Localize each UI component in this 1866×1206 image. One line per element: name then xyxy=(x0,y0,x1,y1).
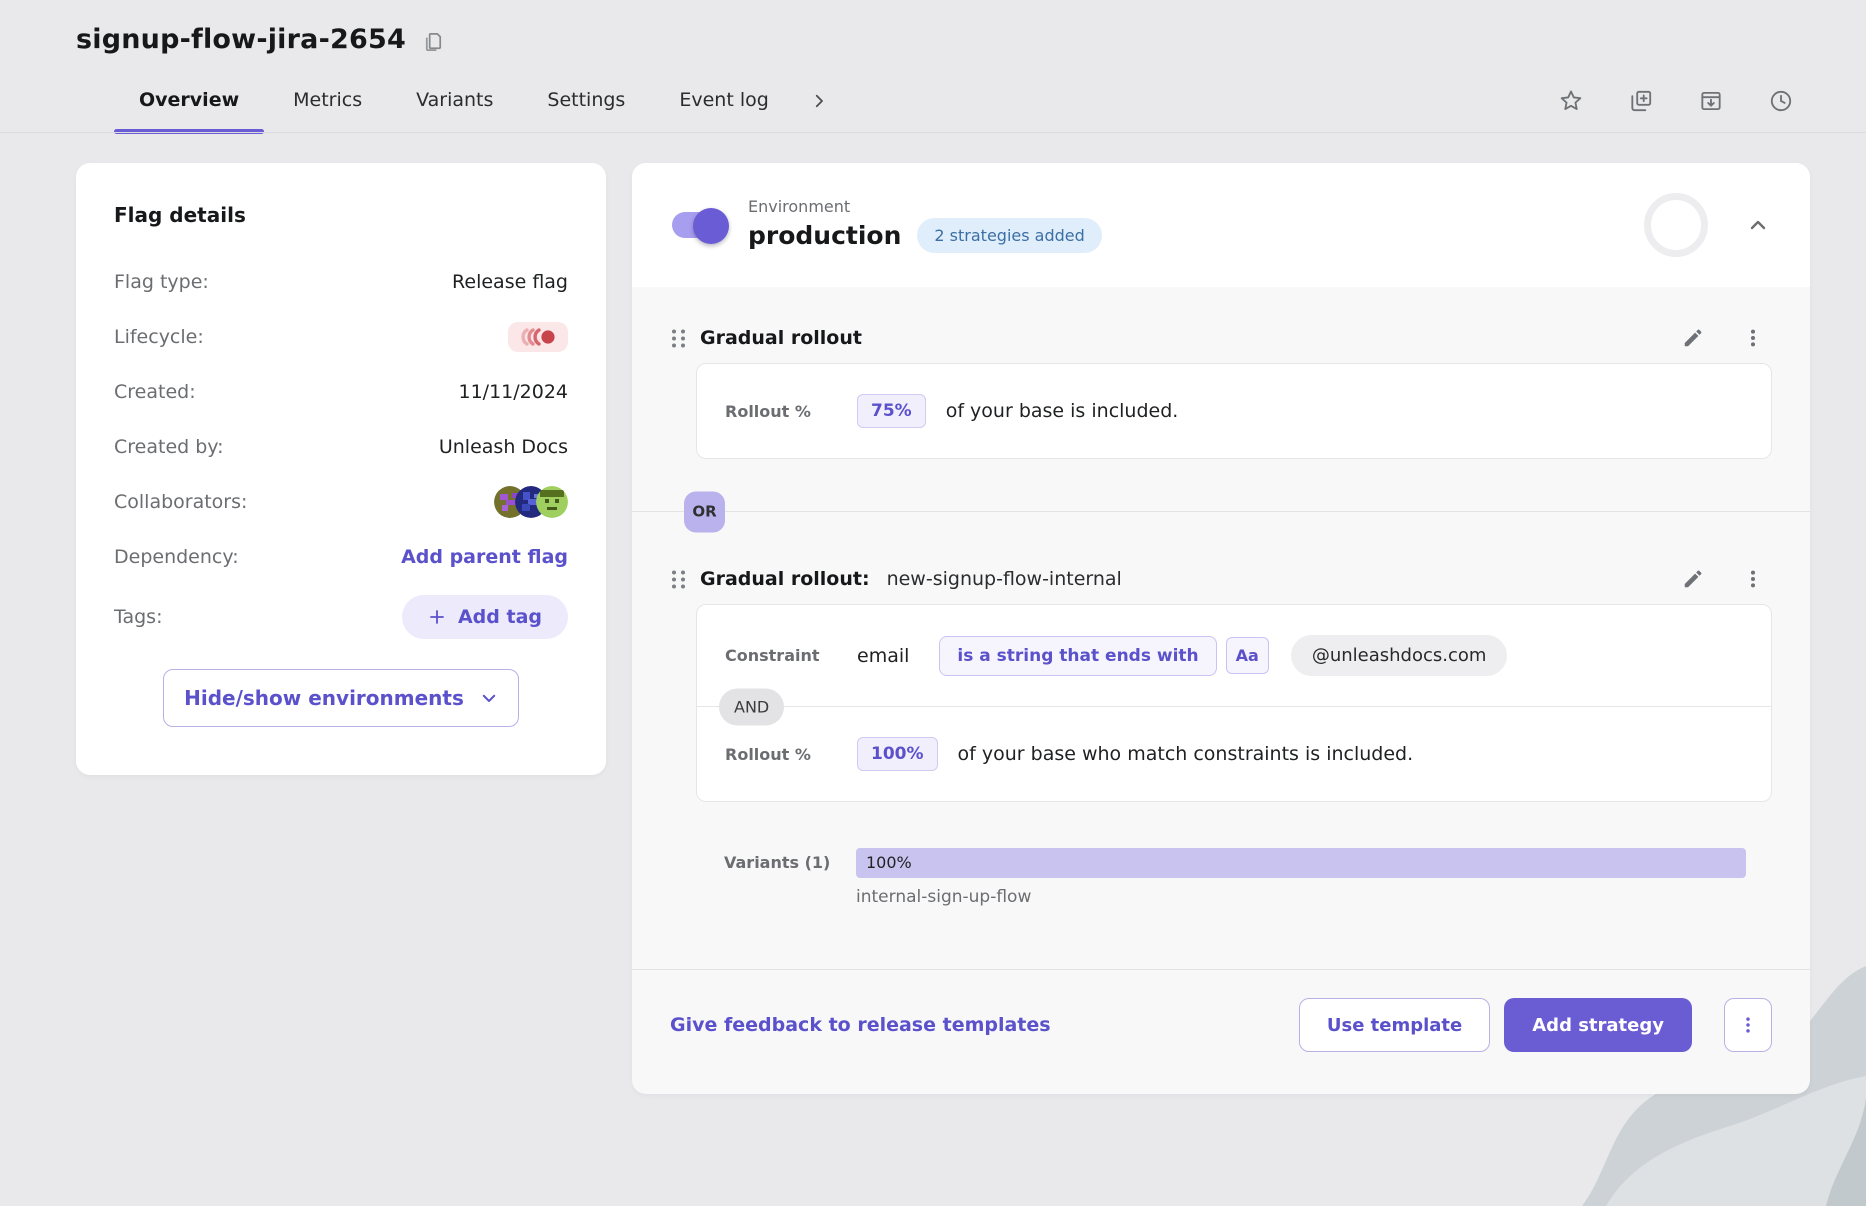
add-parent-flag-link[interactable]: Add parent flag xyxy=(401,546,568,568)
collaborators-label: Collaborators: xyxy=(114,491,247,513)
strategy-2-title: Gradual rollout: xyxy=(700,568,870,590)
tab-overflow-chevron-icon[interactable] xyxy=(796,69,842,133)
drag-handle-icon[interactable] xyxy=(670,569,687,590)
footer-more-kebab-button[interactable] xyxy=(1724,998,1772,1052)
rollout-percentage-badge: 75% xyxy=(857,394,926,428)
strategy-2-content: Constraint email is a string that ends w… xyxy=(696,604,1772,802)
rollout-description: of your base who match constraints is in… xyxy=(958,743,1414,765)
constraint-label: Constraint xyxy=(725,646,857,665)
avatar xyxy=(536,486,568,518)
case-sensitivity-badge[interactable]: Aa xyxy=(1226,637,1269,674)
strategy-2-subtitle: new-signup-flow-internal xyxy=(887,568,1122,590)
dependency-label: Dependency: xyxy=(114,546,239,568)
created-label: Created: xyxy=(114,381,196,403)
edit-strategy-pencil-icon[interactable] xyxy=(1682,568,1704,590)
created-value: 11/11/2024 xyxy=(458,381,568,403)
created-row: Created: 11/11/2024 xyxy=(114,375,568,409)
environment-panel: Environment production 2 strategies adde… xyxy=(632,163,1810,1094)
tab-overview[interactable]: Overview xyxy=(112,69,266,133)
created-by-value: Unleash Docs xyxy=(439,436,568,458)
created-by-row: Created by: Unleash Docs xyxy=(114,430,568,464)
tab-event-log[interactable]: Event log xyxy=(652,69,795,133)
tab-bar: Overview Metrics Variants Settings Event… xyxy=(76,69,1866,133)
tags-label: Tags: xyxy=(114,606,162,628)
strategy-1-title: Gradual rollout xyxy=(700,327,862,349)
collapse-chevron-up-icon[interactable] xyxy=(1746,213,1770,237)
flag-details-title: Flag details xyxy=(114,203,568,227)
rollout-row: Rollout % 75% of your base is included. xyxy=(697,364,1771,458)
rollout-label: Rollout % xyxy=(725,745,857,764)
environment-label: Environment xyxy=(748,197,1102,216)
edit-strategy-pencil-icon[interactable] xyxy=(1682,327,1704,349)
constraint-value-chip: @unleashdocs.com xyxy=(1291,635,1508,676)
and-chip: AND xyxy=(719,689,784,726)
copy-flag-name-icon[interactable] xyxy=(422,30,445,53)
or-chip: OR xyxy=(684,491,725,532)
flag-type-value: Release flag xyxy=(452,271,568,293)
lifecycle-live-badge[interactable] xyxy=(508,322,568,352)
use-template-button[interactable]: Use template xyxy=(1299,998,1490,1052)
page-header: signup-flow-jira-2654 Overview Metrics V… xyxy=(0,0,1866,133)
flag-type-row: Flag type: Release flag xyxy=(114,265,568,299)
tab-metrics[interactable]: Metrics xyxy=(266,69,389,133)
collaborator-avatars[interactable] xyxy=(494,486,568,518)
environment-footer: Give feedback to release templates Use t… xyxy=(632,969,1810,1094)
strategy-list: Gradual rollout Rollout % 75% of your ba… xyxy=(632,287,1810,907)
favorite-star-icon[interactable] xyxy=(1558,88,1584,114)
tab-variants[interactable]: Variants xyxy=(389,69,520,133)
metrics-progress-ring xyxy=(1644,193,1708,257)
flag-type-label: Flag type: xyxy=(114,271,209,293)
flag-details-panel: Flag details Flag type: Release flag Lif… xyxy=(76,163,606,775)
variant-name: internal-sign-up-flow xyxy=(856,887,1746,907)
constraint-operator-badge[interactable]: is a string that ends with xyxy=(939,636,1216,676)
lifecycle-label: Lifecycle: xyxy=(114,326,204,348)
page-title: signup-flow-jira-2654 xyxy=(76,24,406,55)
strategy-more-kebab-icon[interactable] xyxy=(1742,327,1764,349)
duplicate-copy-plus-icon[interactable] xyxy=(1628,88,1654,114)
release-templates-feedback-link[interactable]: Give feedback to release templates xyxy=(670,1014,1051,1036)
plus-icon xyxy=(428,608,446,626)
constraint-rollout-divider: AND xyxy=(697,706,1771,707)
toggle-knob xyxy=(693,208,729,244)
archive-save-icon[interactable] xyxy=(1698,88,1724,114)
environment-header: Environment production 2 strategies adde… xyxy=(632,163,1810,287)
drag-handle-icon[interactable] xyxy=(670,328,687,349)
lifecycle-signal-icon xyxy=(520,328,556,346)
variants-section: Variants (1) 100% internal-sign-up-flow xyxy=(696,802,1772,907)
rollout-label: Rollout % xyxy=(725,402,857,421)
environment-name: production xyxy=(748,221,901,250)
strategy-1-header: Gradual rollout xyxy=(670,311,1772,363)
kebab-icon xyxy=(1738,1015,1758,1035)
constraint-field: email xyxy=(857,645,909,667)
rollout-row: Rollout % 100% of your base who match co… xyxy=(697,707,1771,801)
add-tag-button[interactable]: Add tag xyxy=(402,595,568,639)
strategy-separator: OR xyxy=(632,511,1810,512)
rollout-description: of your base is included. xyxy=(946,400,1179,422)
strategy-more-kebab-icon[interactable] xyxy=(1742,568,1764,590)
strategy-1-content: Rollout % 75% of your base is included. xyxy=(696,363,1772,459)
environment-toggle[interactable] xyxy=(672,212,726,238)
chevron-down-icon xyxy=(480,689,498,707)
history-clock-icon[interactable] xyxy=(1768,88,1794,114)
tags-row: Tags: Add tag xyxy=(114,595,568,639)
add-strategy-button[interactable]: Add strategy xyxy=(1504,998,1692,1052)
dependency-row: Dependency: Add parent flag xyxy=(114,540,568,574)
collaborators-row: Collaborators: xyxy=(114,485,568,519)
variant-distribution-bar: 100% xyxy=(856,848,1746,878)
created-by-label: Created by: xyxy=(114,436,224,458)
tab-settings[interactable]: Settings xyxy=(520,69,652,133)
strategies-count-badge: 2 strategies added xyxy=(917,218,1101,253)
variants-label: Variants (1) xyxy=(724,848,856,907)
strategy-2-header: Gradual rollout: new-signup-flow-interna… xyxy=(670,552,1772,604)
rollout-percentage-badge: 100% xyxy=(857,737,938,771)
constraint-row: Constraint email is a string that ends w… xyxy=(697,605,1771,706)
hide-show-environments-button[interactable]: Hide/show environments xyxy=(163,669,519,727)
lifecycle-row: Lifecycle: xyxy=(114,320,568,354)
